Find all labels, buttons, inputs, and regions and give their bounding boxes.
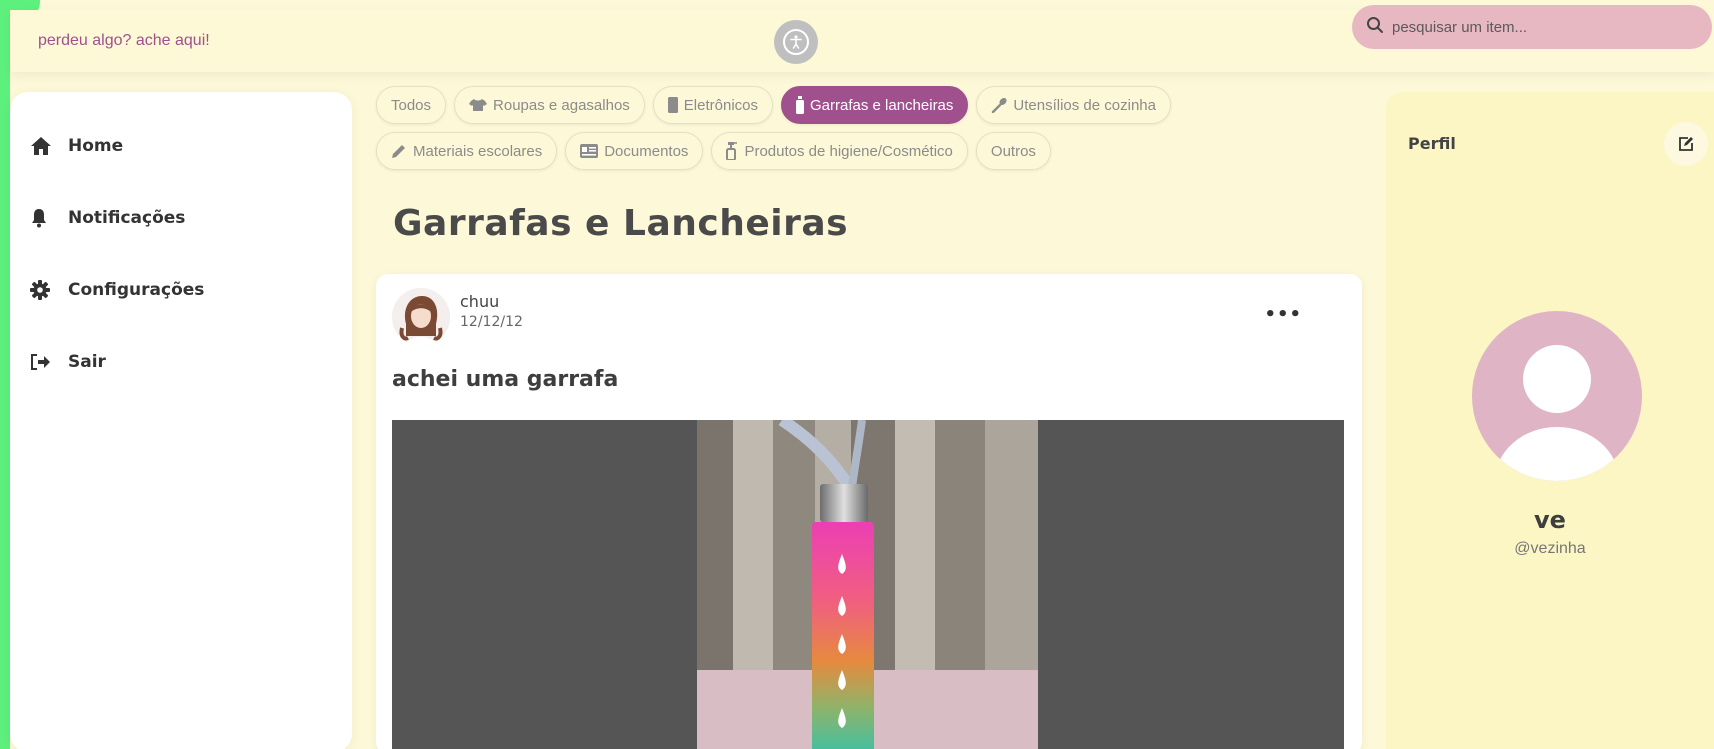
category-tag-roupas[interactable]: Roupas e agasalhos [454,86,645,124]
sign-out-icon [30,353,60,371]
more-options-icon[interactable]: ••• [1264,304,1302,325]
pencil-icon [392,145,405,158]
page-title: Garrafas e Lancheiras [393,203,849,244]
search-icon [1366,16,1384,38]
post-image[interactable] [392,420,1344,749]
id-card-icon [580,144,599,158]
category-tag-documentos[interactable]: Documentos [565,132,704,170]
tag-label: Eletrônicos [683,96,758,114]
utensil-icon [992,97,1007,113]
category-tag-materiais[interactable]: Materiais escolares [376,132,558,170]
category-tag-eletronicos[interactable]: Eletrônicos [652,86,773,124]
tag-label: Utensílios de cozinha [1013,96,1156,114]
search-input[interactable] [1392,18,1682,36]
category-tag-garrafas[interactable]: Garrafas e lancheiras [781,86,969,124]
tag-label: Outros [990,142,1036,160]
tag-label: Todos [391,96,432,114]
accessibility-button[interactable] [774,20,818,64]
profile-name: ve [1534,506,1566,534]
profile-avatar[interactable] [1472,311,1642,481]
sidebar-item-logout[interactable]: Sair [30,352,106,372]
tag-label: Roupas e agasalhos [493,96,630,114]
post-card: chuu 12/12/12 ••• achei uma garrafa [376,274,1362,749]
tag-label: Produtos de higiene/Cosmético [744,142,953,160]
profile-handle: @vezinha [1514,540,1586,557]
green-edge-decoration [0,0,40,749]
tag-label: Documentos [604,142,689,160]
shirt-icon [469,99,488,111]
post-author-name[interactable]: chuu [460,292,499,311]
sidebar-item-label: Notificações [68,208,186,228]
search-bar[interactable] [1352,5,1712,49]
brand-tagline[interactable]: perdeu algo? ache aqui! [38,32,210,50]
tag-label: Materiais escolares [413,142,543,160]
profile-panel: Perfil ve @vezinha [1386,92,1714,749]
profile-heading: Perfil [1408,134,1456,153]
bell-icon [30,208,60,228]
sidebar-item-label: Home [68,136,124,156]
sidebar-item-notifications[interactable]: Notificações [30,208,185,228]
edit-profile-button[interactable] [1664,122,1708,166]
gear-icon [30,280,60,300]
tag-label: Garrafas e lancheiras [810,96,954,114]
category-tag-higiene[interactable]: Produtos de higiene/Cosmético [711,132,968,170]
phone-icon [667,97,678,113]
edit-icon [1679,137,1693,151]
category-tag-utensilios[interactable]: Utensílios de cozinha [976,86,1171,124]
bottle-icon [796,96,804,114]
sidebar-item-home[interactable]: Home [30,136,123,156]
spray-bottle-icon [726,142,738,160]
home-icon [30,136,60,156]
accessibility-icon [783,29,809,55]
category-tag-todos[interactable]: Todos [376,86,447,124]
sidebar-item-label: Sair [68,352,106,372]
sidebar: Home Notificações Configurações Sair [10,92,352,749]
sidebar-item-label: Configurações [68,280,205,300]
sidebar-item-settings[interactable]: Configurações [30,280,204,300]
post-author-avatar[interactable] [392,288,450,346]
category-tag-outros[interactable]: Outros [975,132,1051,170]
post-title: achei uma garrafa [392,367,619,392]
category-filters: Todos Roupas e agasalhos Eletrônicos Gar… [376,86,1236,178]
post-date: 12/12/12 [460,314,523,330]
